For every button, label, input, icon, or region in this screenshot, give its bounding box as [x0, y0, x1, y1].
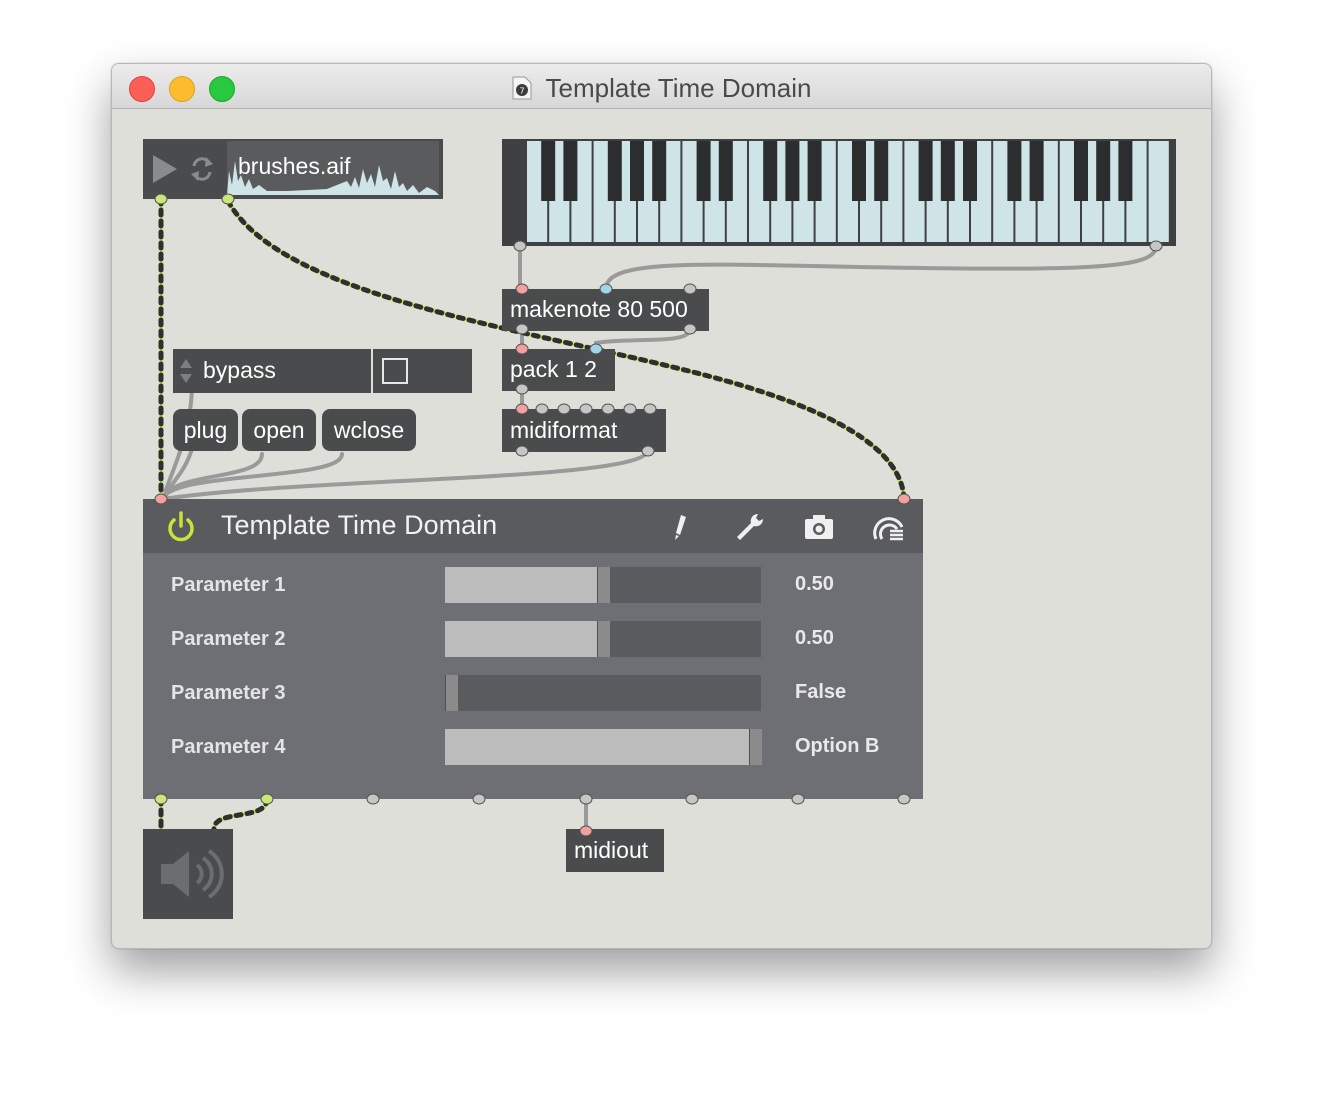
title-bar[interactable]: 7 Template Time Domain [112, 64, 1211, 109]
window-title: 7 Template Time Domain [112, 73, 1211, 104]
port-dot[interactable] [366, 793, 380, 805]
ports-layer [154, 193, 1163, 837]
port-dot[interactable] [897, 493, 911, 505]
port-dot[interactable] [579, 825, 593, 837]
port-dot[interactable] [154, 793, 168, 805]
port-dot[interactable] [515, 343, 529, 355]
port-dot[interactable] [513, 240, 527, 252]
port-dot[interactable] [221, 193, 235, 205]
patcher-canvas[interactable]: brushes.aif makenote 80 500 pack 1 2 mid… [112, 109, 1211, 948]
port-dot[interactable] [515, 383, 529, 395]
patcher-window: 7 Template Time Domain brushes.aif maken… [111, 63, 1212, 949]
port-dot[interactable] [685, 793, 699, 805]
port-dot[interactable] [579, 403, 593, 415]
port-dot[interactable] [557, 403, 571, 415]
port-dot[interactable] [154, 193, 168, 205]
port-dot[interactable] [579, 793, 593, 805]
port-dot[interactable] [260, 793, 274, 805]
port-dot[interactable] [535, 403, 549, 415]
port-dot[interactable] [683, 283, 697, 295]
port-dot[interactable] [472, 793, 486, 805]
port-dot[interactable] [515, 323, 529, 335]
port-dot[interactable] [641, 445, 655, 457]
port-dot[interactable] [154, 493, 168, 505]
port-dot[interactable] [599, 283, 613, 295]
port-dot[interactable] [897, 793, 911, 805]
port-dot[interactable] [515, 445, 529, 457]
port-dot[interactable] [589, 343, 603, 355]
port-dot[interactable] [601, 403, 615, 415]
port-dot[interactable] [623, 403, 637, 415]
port-dot[interactable] [1149, 240, 1163, 252]
port-dot[interactable] [791, 793, 805, 805]
port-dot[interactable] [515, 403, 529, 415]
port-dot[interactable] [643, 403, 657, 415]
window-title-text: Template Time Domain [545, 73, 812, 103]
port-dot[interactable] [515, 283, 529, 295]
port-dot[interactable] [683, 323, 697, 335]
document-icon: 7 [512, 76, 532, 100]
svg-text:7: 7 [519, 87, 524, 96]
